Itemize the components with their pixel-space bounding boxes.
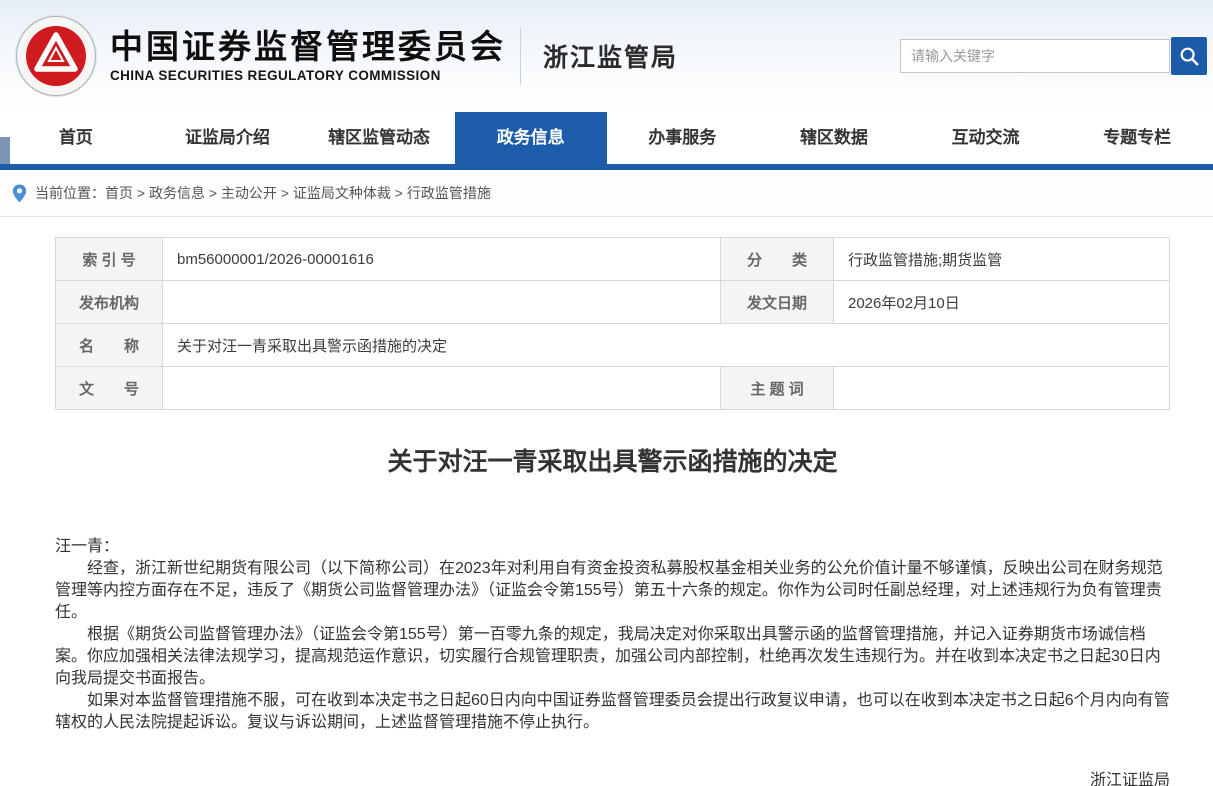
nav-item[interactable]: 证监局介绍 [152, 112, 304, 164]
search-button[interactable] [1171, 37, 1207, 75]
location-pin-icon [12, 184, 27, 203]
nav-item[interactable]: 互动交流 [910, 112, 1062, 164]
org-name-en: CHINA SECURITIES REGULATORY COMMISSION [110, 67, 441, 83]
meta-value-title: 关于对汪一青采取出具警示函措施的决定 [162, 323, 1170, 367]
meta-value-issuer [162, 280, 721, 324]
main-nav: 首页 证监局介绍 辖区监管动态 政务信息 办事服务 辖区数据 互动交流 专题专栏 [0, 112, 1213, 164]
main-content: 索 引 号 bm56000001/2026-00001616 分 类 行政监管措… [0, 217, 1213, 786]
table-row: 发布机构 发文日期 2026年02月10日 [55, 280, 1170, 324]
table-row: 索 引 号 bm56000001/2026-00001616 分 类 行政监管措… [55, 237, 1170, 281]
article-title: 关于对汪一青采取出具警示函措施的决定 [387, 448, 838, 476]
nav-item[interactable]: 政务信息 [454, 112, 607, 164]
meta-value-docnum [162, 366, 721, 410]
meta-label-date: 发文日期 [720, 280, 834, 324]
search-icon [1178, 45, 1200, 67]
nav-underline [0, 164, 1213, 170]
meta-value-index: bm56000001/2026-00001616 [162, 237, 721, 281]
search-input[interactable] [900, 39, 1170, 73]
article-paragraph: 根据《期货公司监督管理办法》（证监会令第155号）第一百零九条的规定，我局决定对… [55, 626, 1161, 687]
nav-left-decoration [0, 137, 10, 164]
nav-item[interactable]: 辖区数据 [758, 112, 910, 164]
article-paragraph: 如果对本监督管理措施不服，可在收到本决定书之日起60日内向中国证券监督管理委员会… [55, 692, 1170, 731]
meta-label-index: 索 引 号 [55, 237, 163, 281]
nav-item[interactable]: 专题专栏 [1061, 112, 1213, 164]
main-nav-wrap: 首页 证监局介绍 辖区监管动态 政务信息 办事服务 辖区数据 互动交流 专题专栏 [0, 112, 1213, 170]
nav-item[interactable]: 首页 [0, 112, 152, 164]
nav-item[interactable]: 办事服务 [607, 112, 759, 164]
breadcrumb: 当前位置：首页 > 政务信息 > 主动公开 > 证监局文种体裁 > 行政监管措施 [0, 170, 1213, 217]
org-titles: 中国证券监督管理委员会 CHINA SECURITIES REGULATORY … [110, 28, 506, 83]
csrc-logo-icon [14, 14, 98, 98]
article-paragraph: 经查，浙江新世纪期货有限公司（以下简称公司）在2023年对利用自有资金投资私募股… [55, 560, 1163, 621]
table-row: 名 称 关于对汪一青采取出具警示函措施的决定 [55, 323, 1170, 367]
meta-value-keywords [833, 366, 1170, 410]
meta-value-category: 行政监管措施;期货监管 [833, 237, 1170, 281]
table-row: 文 号 主 题 词 [55, 366, 1170, 410]
site-header: 中国证券监督管理委员会 CHINA SECURITIES REGULATORY … [0, 0, 1213, 112]
meta-value-date: 2026年02月10日 [833, 280, 1170, 324]
meta-label-docnum: 文 号 [55, 366, 163, 410]
breadcrumb-path[interactable]: 当前位置：首页 > 政务信息 > 主动公开 > 证监局文种体裁 > 行政监管措施 [35, 183, 491, 203]
bureau-name: 浙江监管局 [543, 44, 679, 72]
meta-label-keywords: 主 题 词 [720, 366, 834, 410]
article-body: 汪一青： 经查，浙江新世纪期货有限公司（以下简称公司）在2023年对利用自有资金… [55, 536, 1170, 734]
org-name-zh: 中国证券监督管理委员会 [110, 28, 506, 66]
meta-label-category: 分 类 [720, 237, 834, 281]
article-salutation: 汪一青： [55, 538, 120, 555]
document-meta-table: 索 引 号 bm56000001/2026-00001616 分 类 行政监管措… [55, 237, 1170, 410]
nav-item[interactable]: 辖区监管动态 [303, 112, 455, 164]
signature-line: 浙江证监局 [1089, 772, 1170, 786]
meta-label-issuer: 发布机构 [55, 280, 163, 324]
signature-block: 浙江证监局2026年2月4日 [55, 770, 1170, 786]
header-divider [520, 27, 521, 85]
meta-label-title: 名 称 [55, 323, 163, 367]
search-box [900, 37, 1207, 75]
